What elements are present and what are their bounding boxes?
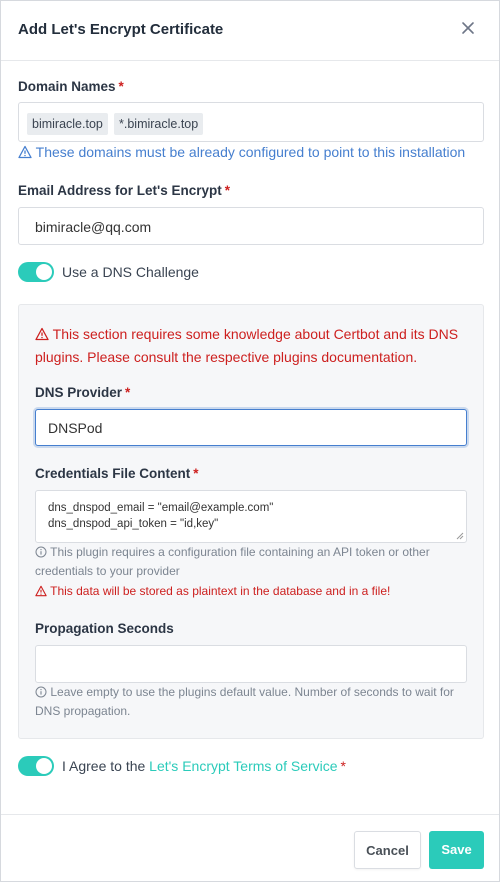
required-mark: * [125, 385, 131, 400]
required-mark: * [193, 466, 199, 481]
dns-challenge-toggle[interactable] [18, 262, 54, 282]
domain-info-text: These domains must be already configured… [18, 144, 465, 160]
credentials-label-text: Credentials File Content [35, 466, 191, 481]
close-icon[interactable] [457, 17, 479, 39]
dns-section-warning: This section requires some knowledge abo… [35, 323, 475, 369]
propagation-label: Propagation Seconds [35, 621, 174, 636]
credentials-value: dns_dnspod_email = "email@example.com" d… [48, 502, 274, 530]
terms-of-service-link[interactable]: Let's Encrypt Terms of Service [149, 758, 337, 774]
domain-info-label: These domains must be already configured… [35, 144, 466, 160]
dns-section-warning-text: This section requires some knowledge abo… [35, 326, 459, 365]
credentials-textarea[interactable]: dns_dnspod_email = "email@example.com" d… [35, 490, 467, 543]
warning-triangle-icon [35, 584, 47, 598]
modal-title: Add Let's Encrypt Certificate [18, 21, 224, 38]
email-value: bimiracle@qq.com [35, 219, 152, 235]
dns-provider-value: DNSPod [48, 420, 103, 436]
credentials-warning: This data will be stored as plaintext in… [35, 584, 390, 598]
credentials-warning-text: This data will be stored as plaintext in… [50, 584, 391, 598]
domain-tag[interactable]: bimiracle.top [27, 113, 108, 135]
warning-triangle-icon [18, 144, 32, 160]
info-circle-icon [35, 685, 47, 699]
propagation-seconds-input[interactable] [35, 645, 467, 683]
required-mark: * [224, 183, 231, 198]
warning-triangle-icon [35, 326, 49, 342]
required-mark: * [340, 758, 346, 774]
dns-challenge-label: Use a DNS Challenge [62, 264, 199, 280]
propagation-help-text: Leave empty to use the plugins default v… [35, 685, 454, 718]
agree-prefix: I Agree to the [62, 758, 150, 774]
email-label: Email Address for Let's Encrypt * [18, 183, 230, 198]
resize-handle-icon[interactable] [456, 532, 464, 540]
agree-terms-toggle[interactable] [18, 756, 54, 776]
required-mark: * [118, 79, 124, 94]
domain-names-label-text: Domain Names [18, 79, 116, 94]
cancel-button[interactable]: Cancel [354, 831, 421, 869]
dns-provider-select[interactable]: DNSPod [35, 409, 467, 446]
credentials-help-text: This plugin requires a configuration fil… [35, 545, 430, 578]
dns-provider-label: DNS Provider * [35, 385, 130, 400]
domain-names-label: Domain Names * [18, 79, 124, 94]
add-certificate-modal: Add Let's Encrypt Certificate Domain Nam… [0, 0, 500, 882]
modal-footer [1, 814, 499, 883]
toggle-knob [36, 264, 52, 280]
email-field[interactable]: bimiracle@qq.com [18, 207, 484, 245]
credentials-label: Credentials File Content * [35, 466, 199, 481]
domain-names-input[interactable]: bimiracle.top *.bimiracle.top [18, 102, 484, 142]
propagation-help: Leave empty to use the plugins default v… [35, 683, 465, 721]
modal-header: Add Let's Encrypt Certificate [1, 1, 499, 61]
dns-provider-label-text: DNS Provider [35, 385, 123, 400]
email-label-text: Email Address for Let's Encrypt [18, 183, 222, 198]
domain-tag[interactable]: *.bimiracle.top [114, 113, 204, 135]
agree-terms-label: I Agree to the Let's Encrypt Terms of Se… [62, 758, 346, 774]
save-button[interactable]: Save [429, 831, 484, 869]
credentials-help: This plugin requires a configuration fil… [35, 543, 465, 581]
toggle-knob [36, 758, 52, 774]
info-circle-icon [35, 545, 47, 559]
